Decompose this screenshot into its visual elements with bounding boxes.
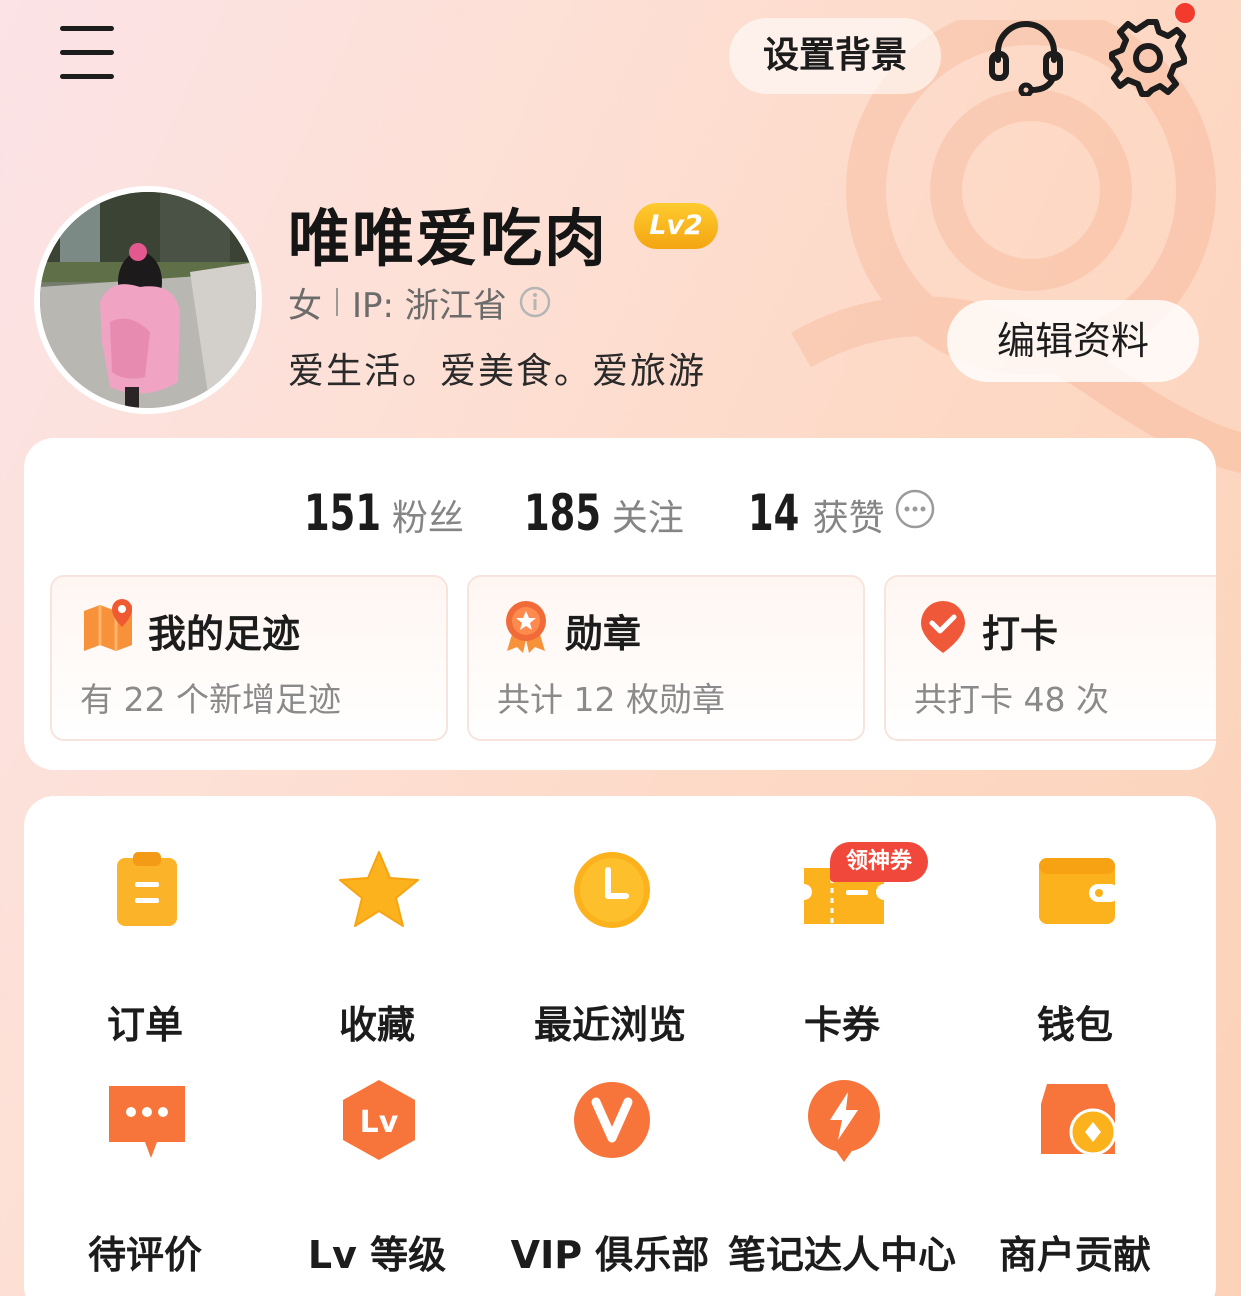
order-label: 订单 — [106, 1003, 183, 1047]
shop-icon — [1041, 1084, 1117, 1156]
coupons-label: 卡券 — [803, 1003, 880, 1047]
clock-icon — [574, 852, 650, 928]
map-pin-icon — [84, 599, 132, 651]
recent-label: 最近浏览 — [533, 1003, 686, 1047]
checkin-title: 打卡 — [982, 612, 1059, 656]
wallet-label: 钱包 — [1036, 1003, 1113, 1047]
medal-tile[interactable]: 勋章 共计 12 枚勋章 — [467, 575, 865, 741]
favorites-entry[interactable]: 收藏 — [261, 848, 493, 1048]
comment-icon — [109, 1086, 185, 1158]
vip-icon — [574, 1082, 650, 1158]
gender-text: 女 — [288, 285, 322, 326]
level-icon: Lv — [343, 1080, 415, 1160]
wallet-entry[interactable]: 钱包 — [959, 848, 1191, 1048]
info-icon[interactable] — [519, 286, 551, 318]
likes-label: 获赞 — [812, 498, 885, 539]
notification-dot — [1172, 0, 1198, 26]
fans-label: 粉丝 — [391, 498, 464, 539]
username: 唯唯爱吃肉 — [288, 202, 609, 275]
level-label: Lv 等级 — [307, 1233, 447, 1277]
bolt-icon — [808, 1080, 880, 1162]
following-count: 185 — [524, 484, 602, 542]
footprint-tile[interactable]: 我的足迹 有 22 个新增足迹 — [50, 575, 448, 741]
to-review-label: 待评价 — [87, 1233, 202, 1277]
fans-count: 151 — [304, 484, 382, 542]
order-entry[interactable]: 订单 — [29, 848, 261, 1048]
order-icon — [117, 852, 177, 926]
avatar-photo — [40, 192, 256, 408]
set-background-button[interactable]: 设置背景 — [729, 18, 941, 94]
meta-divider — [336, 288, 338, 316]
stats-card: 151 粉丝 185 关注 14 获赞 我的足迹 有 22 个新增足迹 勋章 共… — [24, 438, 1216, 770]
vip-label: VIP 俱乐部 — [510, 1233, 710, 1277]
settings-gear-icon[interactable] — [1106, 16, 1190, 100]
medal-subtitle: 共计 12 枚勋章 — [497, 680, 725, 719]
bio-text: 爱生活。爱美食。爱旅游 — [288, 351, 707, 392]
menu-icon[interactable] — [58, 26, 116, 82]
merchant-contribution-entry[interactable]: 商户贡献 — [959, 1078, 1191, 1278]
footprint-subtitle: 有 22 个新增足迹 — [80, 680, 341, 719]
star-icon — [339, 851, 419, 927]
following-stat[interactable]: 185 关注 — [524, 484, 684, 542]
creator-center-label: 笔记达人中心 — [727, 1233, 956, 1277]
stats-row: 151 粉丝 185 关注 14 获赞 — [24, 484, 1216, 544]
fans-stat[interactable]: 151 粉丝 — [304, 484, 464, 542]
more-options-icon[interactable] — [894, 488, 936, 530]
level-badge[interactable]: Lv2 — [634, 203, 718, 249]
avatar[interactable] — [34, 186, 262, 414]
ip-location-text: IP: 浙江省 — [352, 285, 507, 326]
edit-profile-button[interactable]: 编辑资料 — [947, 300, 1199, 382]
medal-icon — [506, 601, 546, 653]
medal-title: 勋章 — [565, 612, 642, 656]
following-label: 关注 — [611, 498, 684, 539]
level-entry[interactable]: Lv Lv 等级 — [261, 1078, 493, 1278]
creator-center-entry[interactable]: 笔记达人中心 — [726, 1078, 958, 1278]
favorites-label: 收藏 — [338, 1003, 415, 1047]
to-review-entry[interactable]: 待评价 — [29, 1078, 261, 1278]
profile-meta: 女 IP: 浙江省 — [288, 280, 551, 326]
checkin-subtitle: 共打卡 48 次 — [914, 680, 1109, 719]
customer-service-icon[interactable] — [986, 18, 1066, 96]
likes-stat[interactable]: 14 获赞 — [748, 484, 885, 542]
merchant-contribution-label: 商户贡献 — [998, 1233, 1151, 1277]
wallet-icon — [1039, 858, 1119, 924]
checkin-tile[interactable]: 打卡 共打卡 48 次 — [884, 575, 1216, 741]
likes-count: 14 — [748, 484, 800, 542]
checkin-icon — [921, 601, 965, 653]
coupon-promo-tag[interactable]: 领神券 — [830, 842, 928, 882]
svg-text:Lv: Lv — [360, 1105, 399, 1140]
recent-entry[interactable]: 最近浏览 — [494, 848, 726, 1048]
vip-entry[interactable]: VIP 俱乐部 — [494, 1078, 726, 1278]
footprint-title: 我的足迹 — [148, 612, 301, 656]
services-card: 订单 收藏 最近浏览 卡券 钱包 待评价 Lv Lv 等级 VIP 俱乐部 笔记… — [24, 796, 1216, 1296]
